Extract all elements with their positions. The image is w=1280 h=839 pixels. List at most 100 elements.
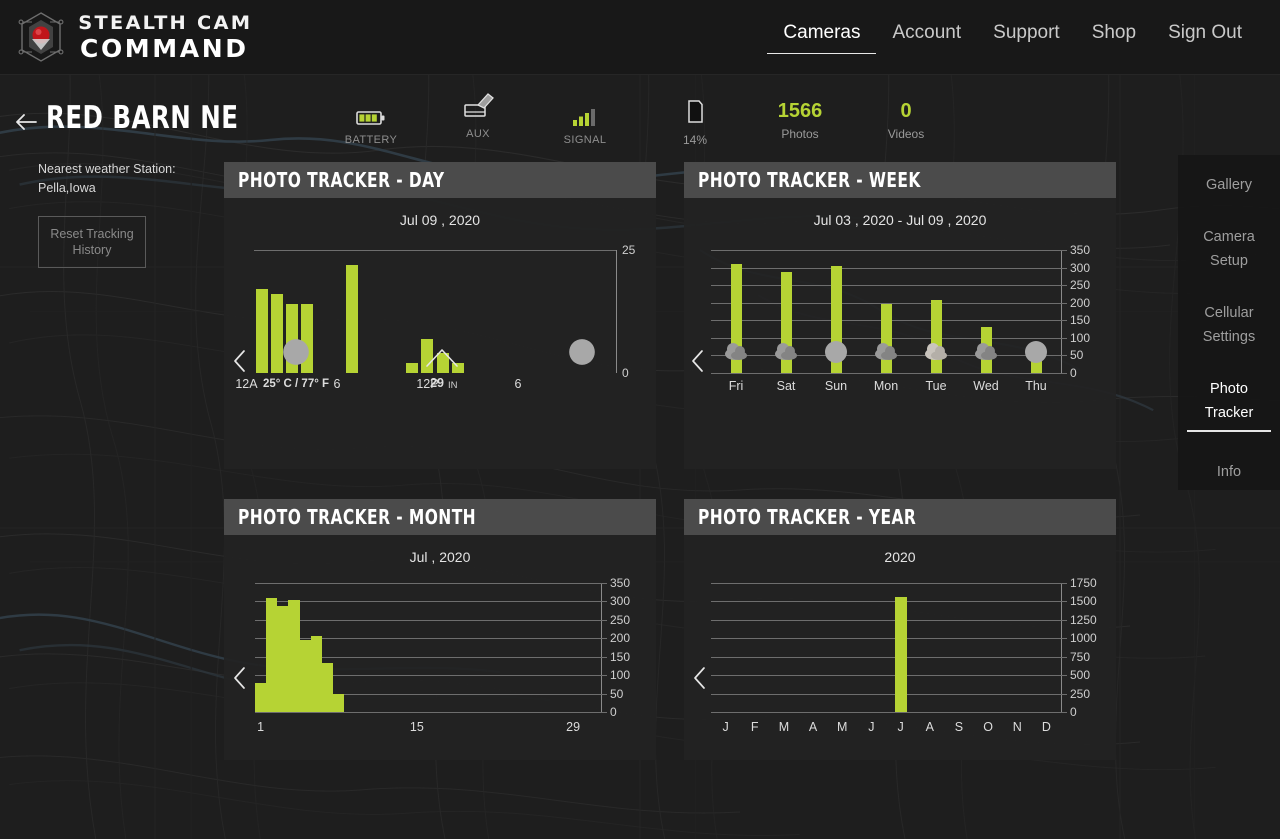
chevron-left-icon[interactable] <box>690 665 709 696</box>
sidebar-item-label: Gallery <box>1206 177 1252 193</box>
card-body: Jul 09 , 2020 0 25 12A 6 12P 6 25° C / 77° F 29… <box>224 198 656 443</box>
chevron-left-icon[interactable] <box>230 665 249 696</box>
grid-line <box>255 601 601 603</box>
chevron-up-icon <box>424 346 460 373</box>
sidebar-item-gallery[interactable]: Gallery <box>1187 173 1271 197</box>
card-body: Jul 03 , 2020 - Jul 09 , 2020 0 50 100 150 2… <box>684 198 1116 443</box>
y-tick-mark <box>1061 601 1067 603</box>
sidebar-item-label: Info <box>1216 463 1242 480</box>
grid-line <box>711 675 1061 677</box>
bar[interactable] <box>321 663 334 712</box>
y-tick-mark <box>1061 693 1067 695</box>
chart-plot-week: 0 50 100 150 200 250 300 350 Fri Sat Sun Mon Tue Wed T… <box>684 228 1116 443</box>
sidebar-item-cellular-settings[interactable]: Cellular Settings <box>1187 301 1271 349</box>
y-tick-mark <box>1061 337 1067 339</box>
y-tick-label: 350 <box>1070 243 1091 257</box>
nav-item-shop[interactable]: Shop <box>1076 22 1152 54</box>
y-tick-label: 50 <box>610 686 624 701</box>
cloud-icon <box>974 340 998 369</box>
grid-line <box>255 619 601 621</box>
chart-plot-month: 0 50 100 150 200 250 300 350 1 15 29 <box>224 565 656 762</box>
cloud-icon-glyph <box>725 343 747 360</box>
y-tick-mark <box>1061 373 1067 374</box>
y-tick-label: 100 <box>1070 330 1091 345</box>
y-tick-label: 150 <box>1070 313 1091 328</box>
card-photo-tracker-week: PHOTO TRACKER - WEEK Jul 03 , 2020 - Jul… <box>684 162 1116 469</box>
sun-circle-icon-glyph <box>825 341 847 363</box>
grid-line <box>711 267 1061 269</box>
nav-item-cameras[interactable]: Cameras <box>767 22 877 54</box>
cloud-light-icon <box>924 340 948 369</box>
bar[interactable] <box>346 264 359 373</box>
temperature-label: 25° C / 77° F <box>262 378 330 390</box>
x-tick-label: 15 <box>409 720 424 734</box>
cloud-icon-glyph <box>775 343 797 360</box>
bar[interactable] <box>299 640 311 712</box>
y-tick-label: 200 <box>1070 295 1091 310</box>
chevron-left-icon[interactable] <box>688 348 707 379</box>
sun-circle-icon-glyph <box>1025 341 1047 363</box>
y-tick-label: 25 <box>622 243 636 257</box>
sidebar-item-photo-tracker[interactable]: Photo Tracker <box>1187 377 1271 432</box>
nav-item-support[interactable]: Support <box>977 22 1076 54</box>
y-tick-label: 1500 <box>1070 594 1097 609</box>
top-navigation-bar: STEALTH CAM COMMAND Cameras Account Suppor… <box>0 0 1280 75</box>
stealth-cam-hex-logo-icon <box>12 8 70 66</box>
brand-logo[interactable]: STEALTH CAM COMMAND <box>12 8 251 66</box>
nav-item-sign-out[interactable]: Sign Out <box>1152 22 1258 54</box>
chevron-up-glyph <box>426 349 458 367</box>
sidebar-item-camera-setup[interactable]: Camera Setup <box>1187 225 1271 273</box>
card-photo-tracker-month: PHOTO TRACKER - MONTH Jul , 2020 0 50 100 1… <box>224 499 656 760</box>
y-tick-mark <box>1061 712 1067 713</box>
bar[interactable] <box>266 597 278 712</box>
reset-tracking-history-button[interactable]: Reset Tracking History <box>38 216 146 268</box>
x-tick-label: Fri <box>728 379 744 393</box>
bar[interactable] <box>406 363 419 373</box>
y-tick-mark <box>601 638 607 640</box>
x-tick-label: 6 <box>514 377 522 391</box>
card-title: PHOTO TRACKER - YEAR <box>698 505 917 529</box>
y-tick-label: 300 <box>610 594 631 609</box>
bar[interactable] <box>310 635 322 712</box>
card-body: Jul , 2020 0 50 100 150 200 250 300 350 1 15 29 <box>224 535 656 762</box>
left-info-panel: Nearest weather Station: Pella,Iowa Rese… <box>38 160 213 268</box>
grid-line <box>711 373 1061 374</box>
bar[interactable] <box>333 693 345 712</box>
y-tick-label: 150 <box>610 649 631 664</box>
bar[interactable] <box>894 596 907 712</box>
chevron-left-glyph <box>694 667 705 689</box>
grid-line <box>711 712 1061 713</box>
y-tick-label: 350 <box>610 576 631 590</box>
chevron-left-glyph <box>234 667 245 689</box>
chevron-left-glyph <box>692 350 703 372</box>
y-tick-label: 250 <box>1070 278 1091 293</box>
bar[interactable] <box>277 605 289 712</box>
bar[interactable] <box>270 294 283 373</box>
x-tick-label: 29 <box>566 720 581 734</box>
y-tick-mark <box>601 675 607 677</box>
card-title: PHOTO TRACKER - MONTH <box>238 505 477 529</box>
y-tick-mark <box>1061 619 1067 621</box>
chevron-left-icon[interactable] <box>230 348 249 379</box>
bar[interactable] <box>288 599 300 712</box>
card-photo-tracker-year: PHOTO TRACKER - YEAR 2020 0 250 500 750 1000… <box>684 499 1116 760</box>
y-tick-label: 500 <box>1070 668 1091 683</box>
y-tick-mark <box>601 601 607 603</box>
bar[interactable] <box>254 682 267 712</box>
grid-line <box>255 712 601 713</box>
x-tick-label: Mon <box>873 379 899 393</box>
pressure-unit: IN <box>448 380 458 391</box>
sidebar-item-info[interactable]: Info <box>1187 460 1271 484</box>
arrow-left-icon[interactable] <box>12 108 40 136</box>
card-title: PHOTO TRACKER - DAY <box>238 168 445 192</box>
nav-item-account[interactable]: Account <box>876 22 977 54</box>
y-tick-mark <box>601 583 607 584</box>
y-tick-label: 0 <box>610 705 617 719</box>
main-nav: Cameras Account Support Shop Sign Out <box>767 22 1258 54</box>
card-title: PHOTO TRACKER - WEEK <box>698 168 921 192</box>
grid-line <box>711 285 1061 287</box>
bar[interactable] <box>255 289 268 373</box>
x-tick-label: Wed <box>973 379 999 393</box>
y-tick-label: 0 <box>622 366 629 380</box>
sun-circle-glyph <box>283 339 309 365</box>
